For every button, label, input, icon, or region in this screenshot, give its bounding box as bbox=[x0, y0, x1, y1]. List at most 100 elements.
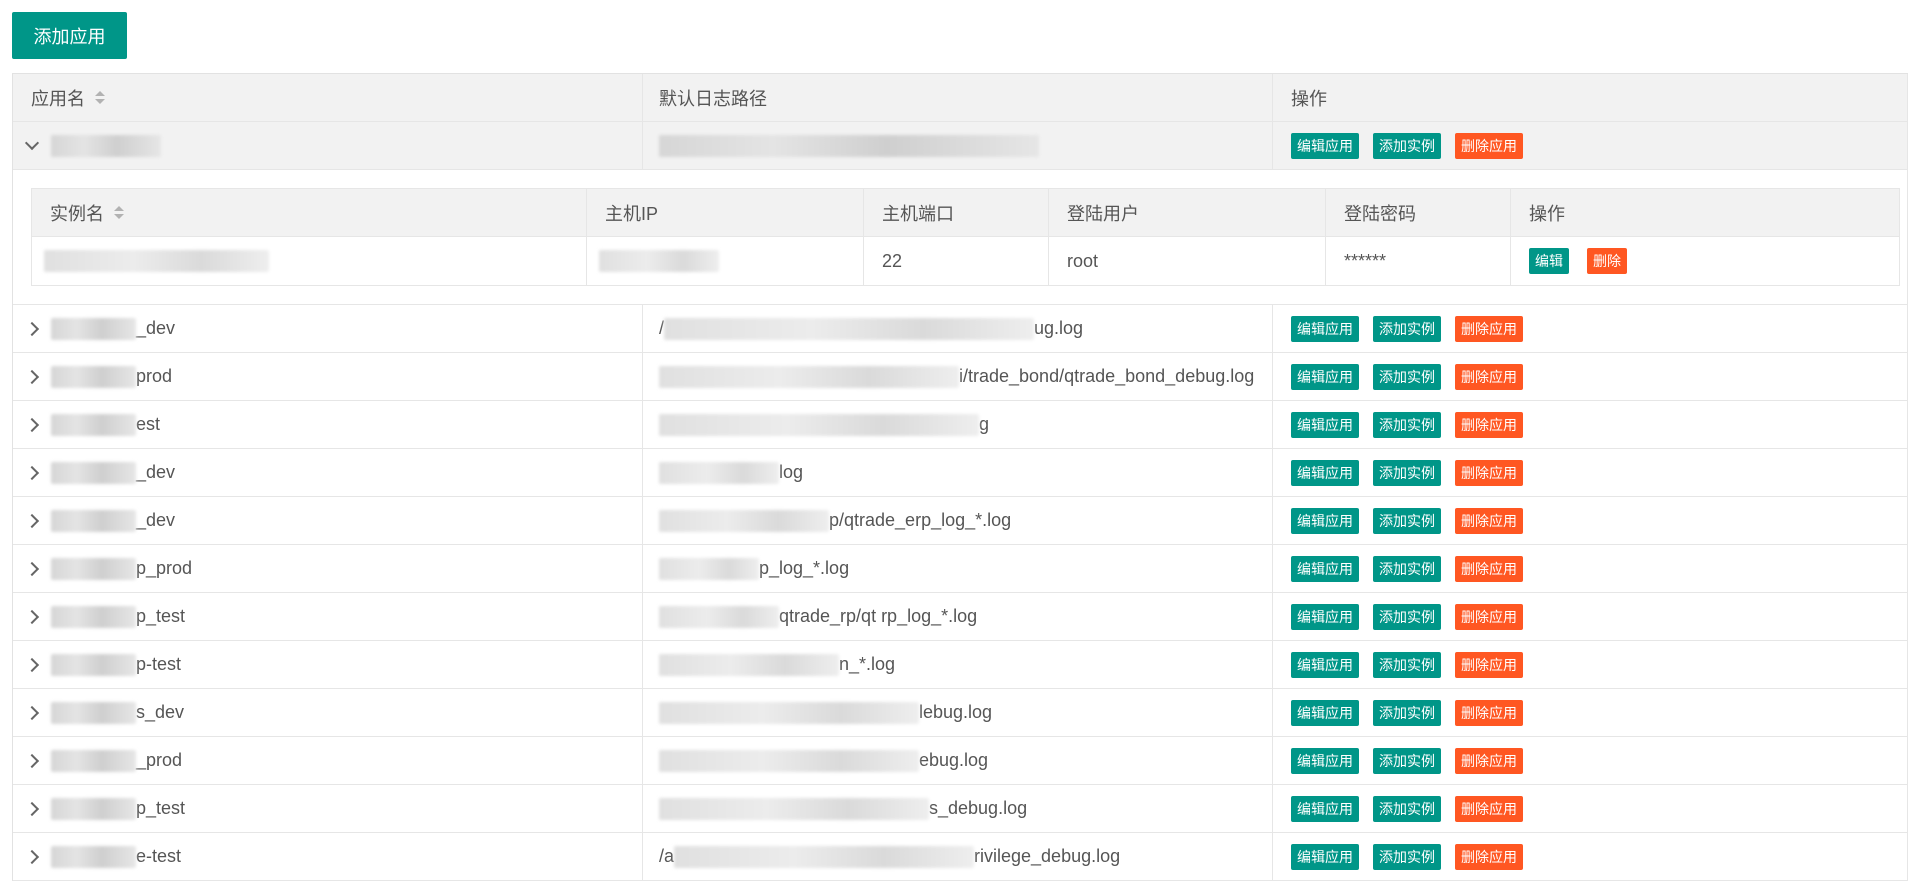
edit-app-button[interactable]: 编辑应用 bbox=[1291, 555, 1359, 582]
edit-app-button[interactable]: 编辑应用 bbox=[1291, 699, 1359, 726]
delete-app-button[interactable]: 删除应用 bbox=[1455, 747, 1523, 774]
delete-app-button[interactable]: 删除应用 bbox=[1455, 843, 1523, 870]
actions-cell: 编辑应用 添加实例 删除应用 bbox=[1273, 305, 1908, 352]
add-instance-button[interactable]: 添加实例 bbox=[1373, 747, 1441, 774]
redacted-app-name bbox=[51, 461, 136, 484]
add-instance-button[interactable]: 添加实例 bbox=[1373, 699, 1441, 726]
chevron-down-icon[interactable] bbox=[24, 135, 40, 150]
add-instance-button[interactable]: 添加实例 bbox=[1373, 315, 1441, 342]
app-name-cell: p_prod bbox=[13, 545, 643, 592]
edit-app-button[interactable]: 编辑应用 bbox=[1291, 315, 1359, 342]
app-rows: _dev / ug.log 编辑应用 添加实例 删除应用 prod i/trad… bbox=[13, 305, 1908, 881]
edit-app-button[interactable]: 编辑应用 bbox=[1291, 363, 1359, 390]
edit-app-button[interactable]: 编辑应用 bbox=[1291, 459, 1359, 486]
edit-app-button[interactable]: 编辑应用 bbox=[1291, 747, 1359, 774]
delete-app-button[interactable]: 删除应用 bbox=[1455, 459, 1523, 486]
header-instance-name[interactable]: 实例名 bbox=[32, 189, 587, 236]
edit-app-button[interactable]: 编辑应用 bbox=[1291, 507, 1359, 534]
chevron-right-icon[interactable] bbox=[24, 657, 40, 672]
add-instance-button[interactable]: 添加实例 bbox=[1373, 411, 1441, 438]
app-name-suffix: est bbox=[136, 414, 161, 434]
header-app-name[interactable]: 应用名 bbox=[13, 74, 643, 121]
chevron-right-icon[interactable] bbox=[24, 849, 40, 864]
instance-name-cell bbox=[32, 237, 587, 285]
log-path-cell: n_*.log bbox=[643, 641, 1273, 688]
sort-icon[interactable] bbox=[95, 91, 105, 104]
log-path-cell: qtrade_rp/qt rp_log_*.log bbox=[643, 593, 1273, 640]
chevron-right-icon[interactable] bbox=[24, 609, 40, 624]
table-row: _dev log 编辑应用 添加实例 删除应用 bbox=[13, 449, 1908, 497]
instances-panel: 实例名 主机IP 主机端口 登陆用户 登陆密码 操作 22 root *****… bbox=[13, 170, 1908, 305]
log-path-cell: p_log_*.log bbox=[643, 545, 1273, 592]
chevron-right-icon[interactable] bbox=[24, 801, 40, 816]
edit-instance-button[interactable]: 编辑 bbox=[1529, 248, 1569, 274]
add-instance-button[interactable]: 添加实例 bbox=[1373, 363, 1441, 390]
edit-app-button[interactable]: 编辑应用 bbox=[1291, 843, 1359, 870]
header-instance-name-label: 实例名 bbox=[50, 203, 104, 224]
delete-app-button[interactable]: 删除应用 bbox=[1455, 507, 1523, 534]
instances-table: 实例名 主机IP 主机端口 登陆用户 登陆密码 操作 22 root *****… bbox=[31, 188, 1900, 286]
edit-app-button[interactable]: 编辑应用 bbox=[1291, 795, 1359, 822]
header-actions: 操作 bbox=[1273, 74, 1908, 121]
chevron-right-icon[interactable] bbox=[24, 705, 40, 720]
app-name-suffix: _dev bbox=[136, 318, 176, 338]
delete-app-button[interactable]: 删除应用 bbox=[1455, 651, 1523, 678]
chevron-right-icon[interactable] bbox=[24, 513, 40, 528]
chevron-right-icon[interactable] bbox=[24, 369, 40, 384]
chevron-right-icon[interactable] bbox=[24, 561, 40, 576]
instance-user-cell: root bbox=[1049, 237, 1326, 285]
log-path-suffix: ug.log bbox=[1034, 318, 1084, 338]
delete-instance-button[interactable]: 删除 bbox=[1587, 248, 1627, 274]
actions-cell: 编辑应用 添加实例 删除应用 bbox=[1273, 593, 1908, 640]
delete-app-button[interactable]: 删除应用 bbox=[1455, 363, 1523, 390]
app-name-cell: prod bbox=[13, 353, 643, 400]
app-name-suffix: _dev bbox=[136, 462, 176, 482]
chevron-right-icon[interactable] bbox=[24, 417, 40, 432]
delete-app-button[interactable]: 删除应用 bbox=[1455, 603, 1523, 630]
log-path-cell: i/trade_bond/qtrade_bond_debug.log bbox=[643, 353, 1273, 400]
edit-app-button[interactable]: 编辑应用 bbox=[1291, 411, 1359, 438]
actions-cell: 编辑应用 添加实例 删除应用 bbox=[1273, 401, 1908, 448]
chevron-right-icon[interactable] bbox=[24, 321, 40, 336]
apps-table: 应用名 默认日志路径 操作 编辑应用 添加实例 删除应用 实例名 主机IP 主机… bbox=[12, 73, 1908, 881]
edit-app-button[interactable]: 编辑应用 bbox=[1291, 132, 1359, 159]
chevron-right-icon[interactable] bbox=[24, 465, 40, 480]
add-app-button[interactable]: 添加应用 bbox=[12, 12, 127, 59]
log-path-cell: ebug.log bbox=[643, 737, 1273, 784]
add-instance-button[interactable]: 添加实例 bbox=[1373, 132, 1441, 159]
table-row: p_test qtrade_rp/qt rp_log_*.log 编辑应用 添加… bbox=[13, 593, 1908, 641]
add-instance-button[interactable]: 添加实例 bbox=[1373, 459, 1441, 486]
add-instance-button[interactable]: 添加实例 bbox=[1373, 507, 1441, 534]
add-instance-button[interactable]: 添加实例 bbox=[1373, 555, 1441, 582]
redacted-log-path bbox=[674, 845, 975, 868]
table-row: _dev / ug.log 编辑应用 添加实例 删除应用 bbox=[13, 305, 1908, 353]
chevron-right-icon[interactable] bbox=[24, 753, 40, 768]
delete-app-button[interactable]: 删除应用 bbox=[1455, 315, 1523, 342]
redacted-log-path bbox=[659, 749, 919, 772]
app-name-cell: e-test bbox=[13, 833, 643, 880]
header-host-port-label: 主机端口 bbox=[882, 203, 954, 224]
redacted-log-path bbox=[659, 557, 759, 580]
delete-app-button[interactable]: 删除应用 bbox=[1455, 699, 1523, 726]
edit-app-button[interactable]: 编辑应用 bbox=[1291, 651, 1359, 678]
redacted-app-name bbox=[51, 413, 136, 436]
log-path-cell: g bbox=[643, 401, 1273, 448]
delete-app-button[interactable]: 删除应用 bbox=[1455, 411, 1523, 438]
add-instance-button[interactable]: 添加实例 bbox=[1373, 651, 1441, 678]
add-instance-button[interactable]: 添加实例 bbox=[1373, 843, 1441, 870]
app-name-cell bbox=[13, 122, 643, 169]
delete-app-button[interactable]: 删除应用 bbox=[1455, 132, 1523, 159]
instances-header: 实例名 主机IP 主机端口 登陆用户 登陆密码 操作 bbox=[32, 189, 1899, 237]
delete-app-button[interactable]: 删除应用 bbox=[1455, 555, 1523, 582]
add-instance-button[interactable]: 添加实例 bbox=[1373, 603, 1441, 630]
app-name-suffix: prod bbox=[136, 366, 173, 386]
delete-app-button[interactable]: 删除应用 bbox=[1455, 795, 1523, 822]
redacted-log-path bbox=[664, 317, 1035, 340]
add-instance-button[interactable]: 添加实例 bbox=[1373, 795, 1441, 822]
header-login-user: 登陆用户 bbox=[1049, 189, 1326, 236]
app-name-suffix: _prod bbox=[136, 750, 183, 770]
sort-icon[interactable] bbox=[114, 206, 124, 219]
redacted-log-path bbox=[659, 653, 839, 676]
log-path-suffix: i/trade_bond/qtrade_bond_debug.log bbox=[959, 366, 1255, 386]
edit-app-button[interactable]: 编辑应用 bbox=[1291, 603, 1359, 630]
